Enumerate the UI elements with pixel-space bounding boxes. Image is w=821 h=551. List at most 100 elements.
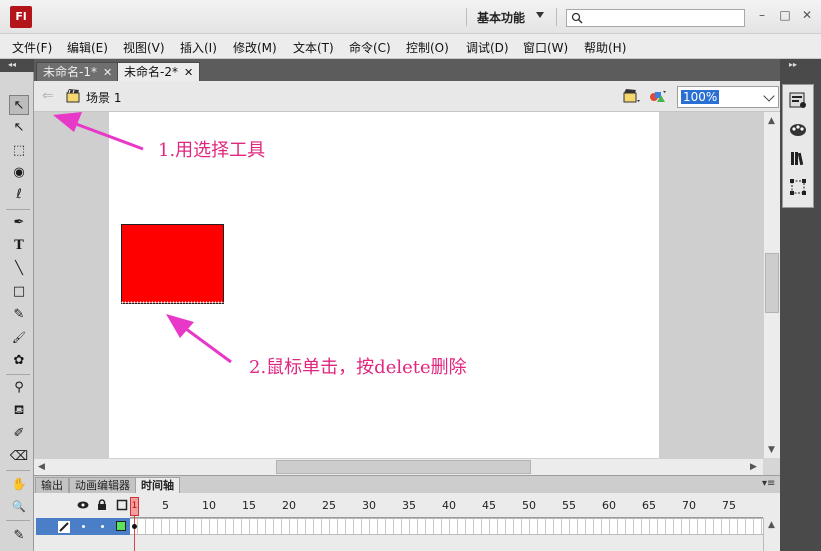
layer-outline-color[interactable]: [116, 521, 126, 531]
frame-number: 70: [682, 499, 696, 512]
frame-cells[interactable]: [130, 518, 763, 535]
frame-number: 60: [602, 499, 616, 512]
edit-bar: ⇐ 场景 1 100%: [34, 81, 780, 112]
title-separator: [466, 8, 467, 26]
outline-icon[interactable]: [116, 499, 128, 511]
stage-vertical-scrollbar[interactable]: ▲ ▼: [763, 112, 780, 458]
brush-tool-icon[interactable]: 🖌: [9, 328, 29, 348]
timeline-options-icon[interactable]: ▾≡: [762, 478, 775, 489]
menu-view[interactable]: 视图(V): [123, 39, 165, 56]
menu-control[interactable]: 控制(O): [406, 39, 449, 56]
paint-bucket-tool-icon[interactable]: ⛾: [9, 401, 29, 421]
menu-debug[interactable]: 调试(D): [466, 39, 509, 56]
tool-separator: [6, 470, 30, 471]
frame-number: 55: [562, 499, 576, 512]
text-tool-icon[interactable]: T: [9, 236, 29, 256]
menu-window[interactable]: 窗口(W): [523, 39, 568, 56]
menu-modify[interactable]: 修改(M): [233, 39, 277, 56]
zoom-select[interactable]: 100%: [677, 86, 779, 108]
deco-tool-icon[interactable]: ✿: [9, 351, 29, 371]
free-transform-tool-icon[interactable]: ⬚: [9, 141, 29, 161]
scroll-up-icon[interactable]: ▲: [768, 520, 775, 530]
scene-label[interactable]: 场景 1: [86, 89, 121, 106]
library-panel-icon[interactable]: [788, 148, 808, 168]
red-rectangle-shape[interactable]: [121, 224, 224, 304]
frame-number: 35: [402, 499, 416, 512]
frame-number: 30: [362, 499, 376, 512]
color-panel-icon[interactable]: [788, 119, 808, 139]
rectangle-tool-icon[interactable]: □: [9, 282, 29, 302]
title-separator: [556, 8, 557, 26]
subselection-tool-icon[interactable]: ↖: [9, 118, 29, 138]
zoom-tool-icon[interactable]: 🔍: [9, 497, 29, 517]
tools-panel: ↖ ↖ ⬚ ◉ ℓ ✒ T ╲ □ ✎ 🖌 ✿ ⚲ ⛾ ✐ ⌫ ✋ 🔍 ✎: [0, 72, 34, 551]
layer-lock-dot[interactable]: [101, 525, 104, 528]
pen-tool-icon[interactable]: ✒: [9, 213, 29, 233]
scroll-down-icon[interactable]: ▼: [768, 445, 775, 455]
eye-icon[interactable]: [77, 499, 89, 511]
tab-label: 未命名-1*: [43, 65, 97, 79]
restore-button[interactable]: □: [778, 8, 792, 22]
workspace-dropdown-icon[interactable]: [536, 12, 544, 18]
edit-symbols-icon[interactable]: [649, 88, 667, 104]
scene-icon: [66, 89, 80, 103]
playhead-line: [134, 516, 135, 551]
frame-number: 65: [642, 499, 656, 512]
tab-untitled-1[interactable]: 未命名-1* ✕: [36, 62, 120, 81]
menu-commands[interactable]: 命令(C): [349, 39, 391, 56]
tab-close-icon[interactable]: ✕: [184, 66, 193, 79]
edit-scene-icon[interactable]: [623, 88, 641, 104]
vertical-scroll-thumb[interactable]: [765, 253, 779, 313]
menu-text[interactable]: 文本(T): [293, 39, 334, 56]
chevron-down-icon[interactable]: [763, 90, 775, 102]
line-tool-icon[interactable]: ╲: [9, 259, 29, 279]
tab-output[interactable]: 输出: [35, 477, 69, 494]
frame-number: 5: [162, 499, 169, 512]
zoom-value: 100%: [681, 90, 720, 104]
bone-tool-icon[interactable]: ⚲: [9, 378, 29, 398]
eraser-tool-icon[interactable]: ⌫: [9, 447, 29, 467]
menu-bar: 文件(F) 编辑(E) 视图(V) 插入(I) 修改(M) 文本(T) 命令(C…: [0, 34, 821, 59]
lasso-tool-icon[interactable]: ℓ: [9, 185, 29, 205]
tool-separator: [6, 209, 30, 210]
lock-icon[interactable]: [96, 499, 108, 511]
minimize-button[interactable]: –: [755, 8, 769, 22]
menu-help[interactable]: 帮助(H): [584, 39, 626, 56]
hand-tool-icon[interactable]: ✋: [9, 474, 29, 494]
horizontal-scroll-thumb[interactable]: [276, 460, 531, 474]
help-search-input[interactable]: [566, 9, 745, 27]
tab-motion-editor[interactable]: 动画编辑器: [69, 477, 136, 494]
tools-panel-header[interactable]: [0, 59, 34, 72]
timeline-vertical-scrollbar[interactable]: ▲: [763, 518, 780, 551]
tab-close-icon[interactable]: ✕: [103, 66, 112, 79]
properties-panel-icon[interactable]: [788, 90, 808, 110]
stroke-color-icon[interactable]: ✎: [9, 526, 29, 546]
transform-panel-icon[interactable]: [788, 177, 808, 197]
scroll-up-icon[interactable]: ▲: [768, 116, 775, 126]
selection-marquee: [121, 301, 224, 304]
back-arrow-icon[interactable]: ⇐: [42, 88, 54, 104]
pencil-tool-icon[interactable]: ✎: [9, 305, 29, 325]
workspace-switcher[interactable]: 基本功能: [477, 9, 525, 26]
annotation-step-2: 2.鼠标单击，按delete删除: [249, 357, 467, 378]
document-tab-bar: 未命名-1* ✕ 未命名-2* ✕: [34, 59, 780, 81]
collapse-icon[interactable]: ◂◂: [8, 60, 16, 70]
menu-insert[interactable]: 插入(I): [180, 39, 217, 56]
selection-tool-icon[interactable]: ↖: [9, 95, 29, 115]
expand-panels-icon[interactable]: ▸▸: [789, 60, 797, 70]
frame-number: 40: [442, 499, 456, 512]
3d-rotation-tool-icon[interactable]: ◉: [9, 163, 29, 183]
keyframe[interactable]: [132, 524, 137, 529]
eyedropper-tool-icon[interactable]: ✐: [9, 424, 29, 444]
frame-number: 20: [282, 499, 296, 512]
frame-number: 10: [202, 499, 216, 512]
tab-timeline[interactable]: 时间轴: [135, 477, 180, 494]
menu-edit[interactable]: 编辑(E): [67, 39, 108, 56]
scroll-right-icon[interactable]: ▶: [750, 462, 757, 472]
tab-untitled-2[interactable]: 未命名-2* ✕: [117, 62, 201, 81]
close-button[interactable]: ✕: [800, 8, 814, 22]
stage-horizontal-scrollbar[interactable]: ◀ ▶: [34, 458, 763, 475]
menu-file[interactable]: 文件(F): [12, 39, 52, 56]
layer-visibility-dot[interactable]: [82, 525, 85, 528]
scroll-left-icon[interactable]: ◀: [38, 462, 45, 472]
